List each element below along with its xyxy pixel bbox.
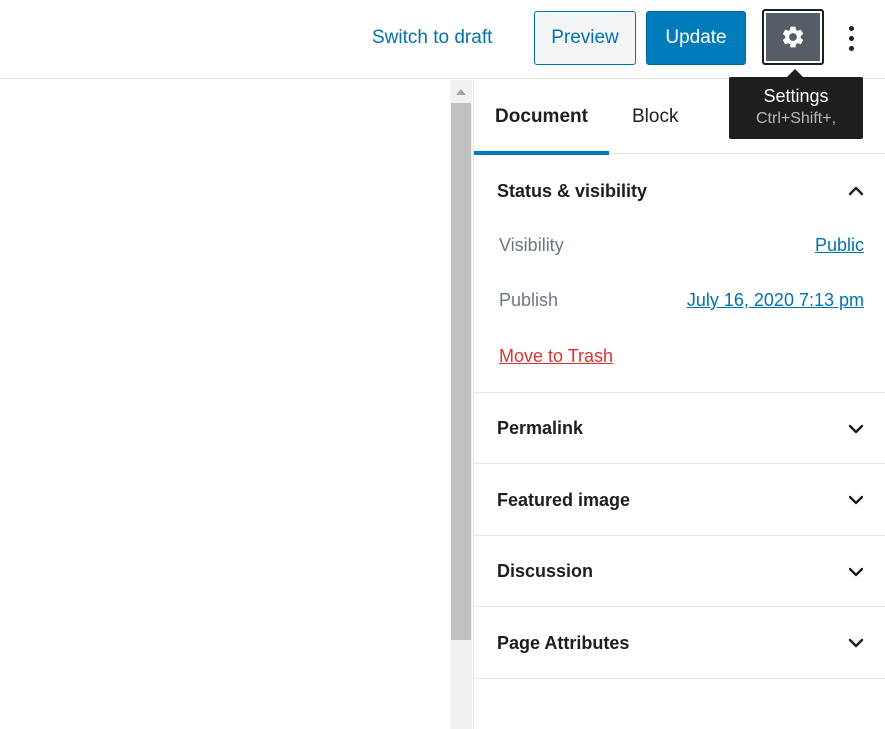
status-visibility-panel: Status & visibility Visibility Public Pu… [474,154,885,393]
tooltip-title: Settings [763,86,829,106]
scroll-up-icon[interactable] [456,89,466,95]
publish-label: Publish [499,290,559,310]
page-attributes-toggle[interactable]: Page Attributes [474,607,885,679]
permalink-panel: Permalink [474,393,885,464]
settings-tooltip: Settings Ctrl+Shift+, [729,69,863,139]
visibility-label: Visibility [499,235,564,255]
featured-image-toggle[interactable]: Featured image [474,464,885,536]
editor-header: Switch to draft Preview Update [0,0,885,79]
scrollbar-thumb[interactable] [451,103,471,640]
panel-title: Featured image [497,489,631,510]
status-visibility-toggle[interactable]: Status & visibility [474,154,885,228]
tab-block[interactable]: Block [632,80,678,154]
preview-button[interactable]: Preview [534,11,636,65]
discussion-toggle[interactable]: Discussion [474,536,885,607]
move-to-trash-link[interactable]: Move to Trash [499,346,613,367]
editor-canvas[interactable] [0,80,450,729]
page-attributes-panel: Page Attributes [474,607,885,679]
publish-date-link[interactable]: July 16, 2020 7:13 pm [687,290,864,311]
vertical-ellipsis-icon [848,25,854,31]
update-button[interactable]: Update [646,11,746,65]
chevron-down-icon [848,424,864,433]
discussion-panel: Discussion [474,536,885,607]
panel-title: Page Attributes [497,632,630,653]
featured-image-panel: Featured image [474,464,885,536]
editor-scrollbar[interactable] [450,80,472,729]
chevron-down-icon [848,638,864,648]
gear-icon [782,26,804,48]
tab-document[interactable]: Document [474,80,609,155]
settings-button[interactable] [762,9,824,65]
chevron-up-icon [848,186,864,196]
panel-title: Discussion [497,561,594,581]
visibility-value-link[interactable]: Public [815,235,864,256]
tooltip-shortcut: Ctrl+Shift+, [755,110,837,127]
panel-title: Permalink [497,418,584,438]
switch-to-draft-button[interactable]: Switch to draft [372,27,492,49]
chevron-down-icon [848,495,864,505]
more-tools-button[interactable] [836,15,866,61]
permalink-toggle[interactable]: Permalink [474,393,885,464]
chevron-down-icon [848,567,864,576]
panel-title: Status & visibility [497,180,648,201]
settings-sidebar: Document Block Status & visibility Visib… [473,80,885,729]
